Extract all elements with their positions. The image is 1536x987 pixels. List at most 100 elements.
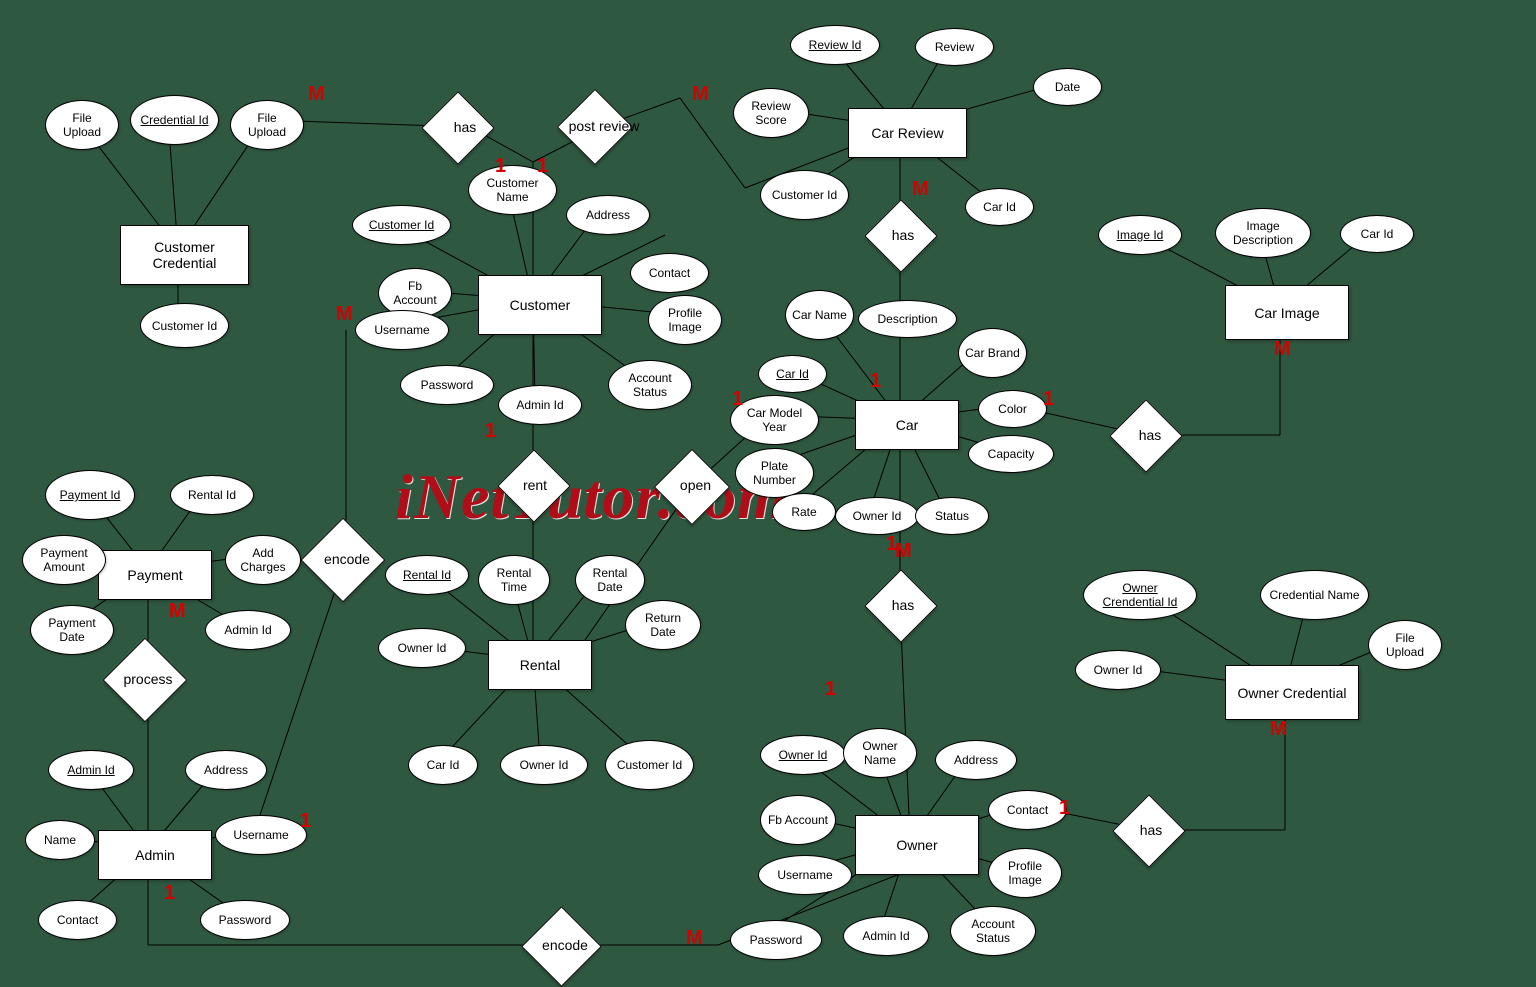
attr-ad-addr: Address <box>185 750 267 790</box>
rel-car-owner-has <box>864 569 938 643</box>
rel-has-credential <box>421 91 495 165</box>
entity-payment: Payment <box>98 550 212 600</box>
attr-rn-car: Car Id <box>408 745 478 785</box>
attr-cr-date: Date <box>1033 68 1102 106</box>
rel-encode-owner <box>521 906 602 987</box>
card-one5: 1 <box>1043 388 1054 411</box>
attr-rn-owner: Owner Id <box>378 628 466 668</box>
attr-rn-cust: Customer Id <box>605 740 694 790</box>
attr-cc-file1: File Upload <box>45 100 119 150</box>
attr-ad-pass: Password <box>200 900 290 940</box>
attr-oc-name: Credential Name <box>1260 570 1369 620</box>
entity-car-review: Car Review <box>848 108 967 158</box>
attr-car-owner: Owner Id <box>835 497 919 535</box>
attr-car-id: Car Id <box>758 355 827 393</box>
attr-ad-name: Name <box>25 820 95 860</box>
rel-encode-customer <box>301 518 386 603</box>
attr-rn-return: Return Date <box>625 600 701 650</box>
entity-customer: Customer <box>478 275 602 335</box>
attr-ow-admin: Admin Id <box>843 916 929 956</box>
card-one7: 1 <box>300 810 311 833</box>
card-one4: 1 <box>732 388 743 411</box>
attr-cu-user: Username <box>355 310 449 350</box>
attr-ci-imgid: Image Id <box>1098 215 1182 255</box>
attr-oc-id: Owner Crendential Id <box>1083 570 1197 620</box>
entity-car-image: Car Image <box>1225 285 1349 340</box>
card-m8: M <box>895 540 912 563</box>
attr-ow-name: Owner Name <box>843 728 917 778</box>
rel-post-review <box>557 89 633 165</box>
rel-owner-cred-has <box>1112 794 1186 868</box>
entity-rental: Rental <box>488 640 592 690</box>
attr-cc-credential-id: Credential Id <box>130 95 219 145</box>
attr-car-year: Car Model Year <box>730 395 819 445</box>
card-one6: 1 <box>485 420 496 443</box>
rel-process <box>103 638 188 723</box>
attr-ow-user: Username <box>758 855 852 895</box>
attr-cu-addr: Address <box>566 195 650 235</box>
attr-oc-file: File Upload <box>1368 620 1442 670</box>
card-one11: 1 <box>164 882 175 905</box>
attr-pm-id: Payment Id <box>45 470 135 520</box>
card-m5a: M <box>336 303 353 326</box>
attr-car-brand: Car Brand <box>958 328 1027 378</box>
attr-cr-score: Review Score <box>733 88 809 138</box>
entity-owner: Owner <box>855 815 979 875</box>
watermark: iNetTutor.com <box>395 460 788 534</box>
rel-car-review-has <box>864 199 938 273</box>
attr-ow-status: Account Status <box>950 906 1036 956</box>
entity-owner-credential: Owner Credential <box>1225 665 1359 720</box>
card-one2: 1 <box>537 155 548 178</box>
attr-cu-pass: Password <box>400 365 494 405</box>
card-m4: M <box>1274 338 1291 361</box>
card-m1: M <box>308 83 325 106</box>
attr-ow-fb: Fb Account <box>760 795 836 845</box>
attr-car-status: Status <box>915 497 989 535</box>
card-one10: 1 <box>1059 797 1070 820</box>
attr-ci-desc: Image Description <box>1215 208 1311 258</box>
attr-car-desc: Description <box>858 300 957 338</box>
attr-pm-charges: Add Charges <box>225 535 301 585</box>
attr-car-name: Car Name <box>785 290 854 340</box>
attr-pm-rental: Rental Id <box>170 475 254 515</box>
rel-car-image-has <box>1109 399 1183 473</box>
card-m7: M <box>686 927 703 950</box>
attr-car-color: Color <box>978 390 1047 428</box>
attr-pm-date: Payment Date <box>30 605 114 655</box>
attr-cu-admin: Admin Id <box>498 385 582 425</box>
attr-cu-profile: Profile Image <box>648 295 722 345</box>
entity-customer-credential: Customer Credential <box>120 225 249 285</box>
attr-rn-owner2: Owner Id <box>500 745 588 785</box>
attr-ad-id: Admin Id <box>48 750 134 790</box>
entity-admin: Admin <box>98 830 212 880</box>
card-one3: 1 <box>870 370 881 393</box>
attr-cu-id: Customer Id <box>352 205 451 245</box>
card-m2: M <box>692 83 709 106</box>
attr-cu-status: Account Status <box>608 360 692 410</box>
attr-car-cap: Capacity <box>968 435 1054 473</box>
attr-ow-addr: Address <box>935 740 1017 780</box>
attr-cr-carid: Car Id <box>965 188 1034 226</box>
attr-ad-contact: Contact <box>38 900 117 940</box>
card-one1: 1 <box>495 155 506 178</box>
attr-rn-time: Rental Time <box>478 555 550 605</box>
attr-ci-carid: Car Id <box>1340 215 1414 253</box>
card-m3: M <box>912 178 929 201</box>
attr-ad-user: Username <box>215 815 307 855</box>
attr-car-plate: Plate Number <box>735 448 814 498</box>
attr-cc-customer-id: Customer Id <box>140 303 229 348</box>
attr-cu-contact: Contact <box>630 253 709 293</box>
attr-ow-id: Owner Id <box>760 735 846 775</box>
attr-oc-owner: Owner Id <box>1075 650 1161 690</box>
attr-rn-id: Rental Id <box>385 555 469 595</box>
card-one9: 1 <box>825 678 836 701</box>
attr-cr-custid: Customer Id <box>760 170 849 220</box>
attr-ow-pass: Password <box>730 920 822 960</box>
attr-cr-revid: Review Id <box>790 25 880 65</box>
entity-car: Car <box>855 400 959 450</box>
attr-cr-review: Review <box>915 28 994 66</box>
attr-ow-profile: Profile Image <box>988 848 1062 898</box>
card-m5: M <box>169 600 186 623</box>
attr-ow-contact: Contact <box>988 790 1067 830</box>
attr-rn-date: Rental Date <box>575 555 645 605</box>
